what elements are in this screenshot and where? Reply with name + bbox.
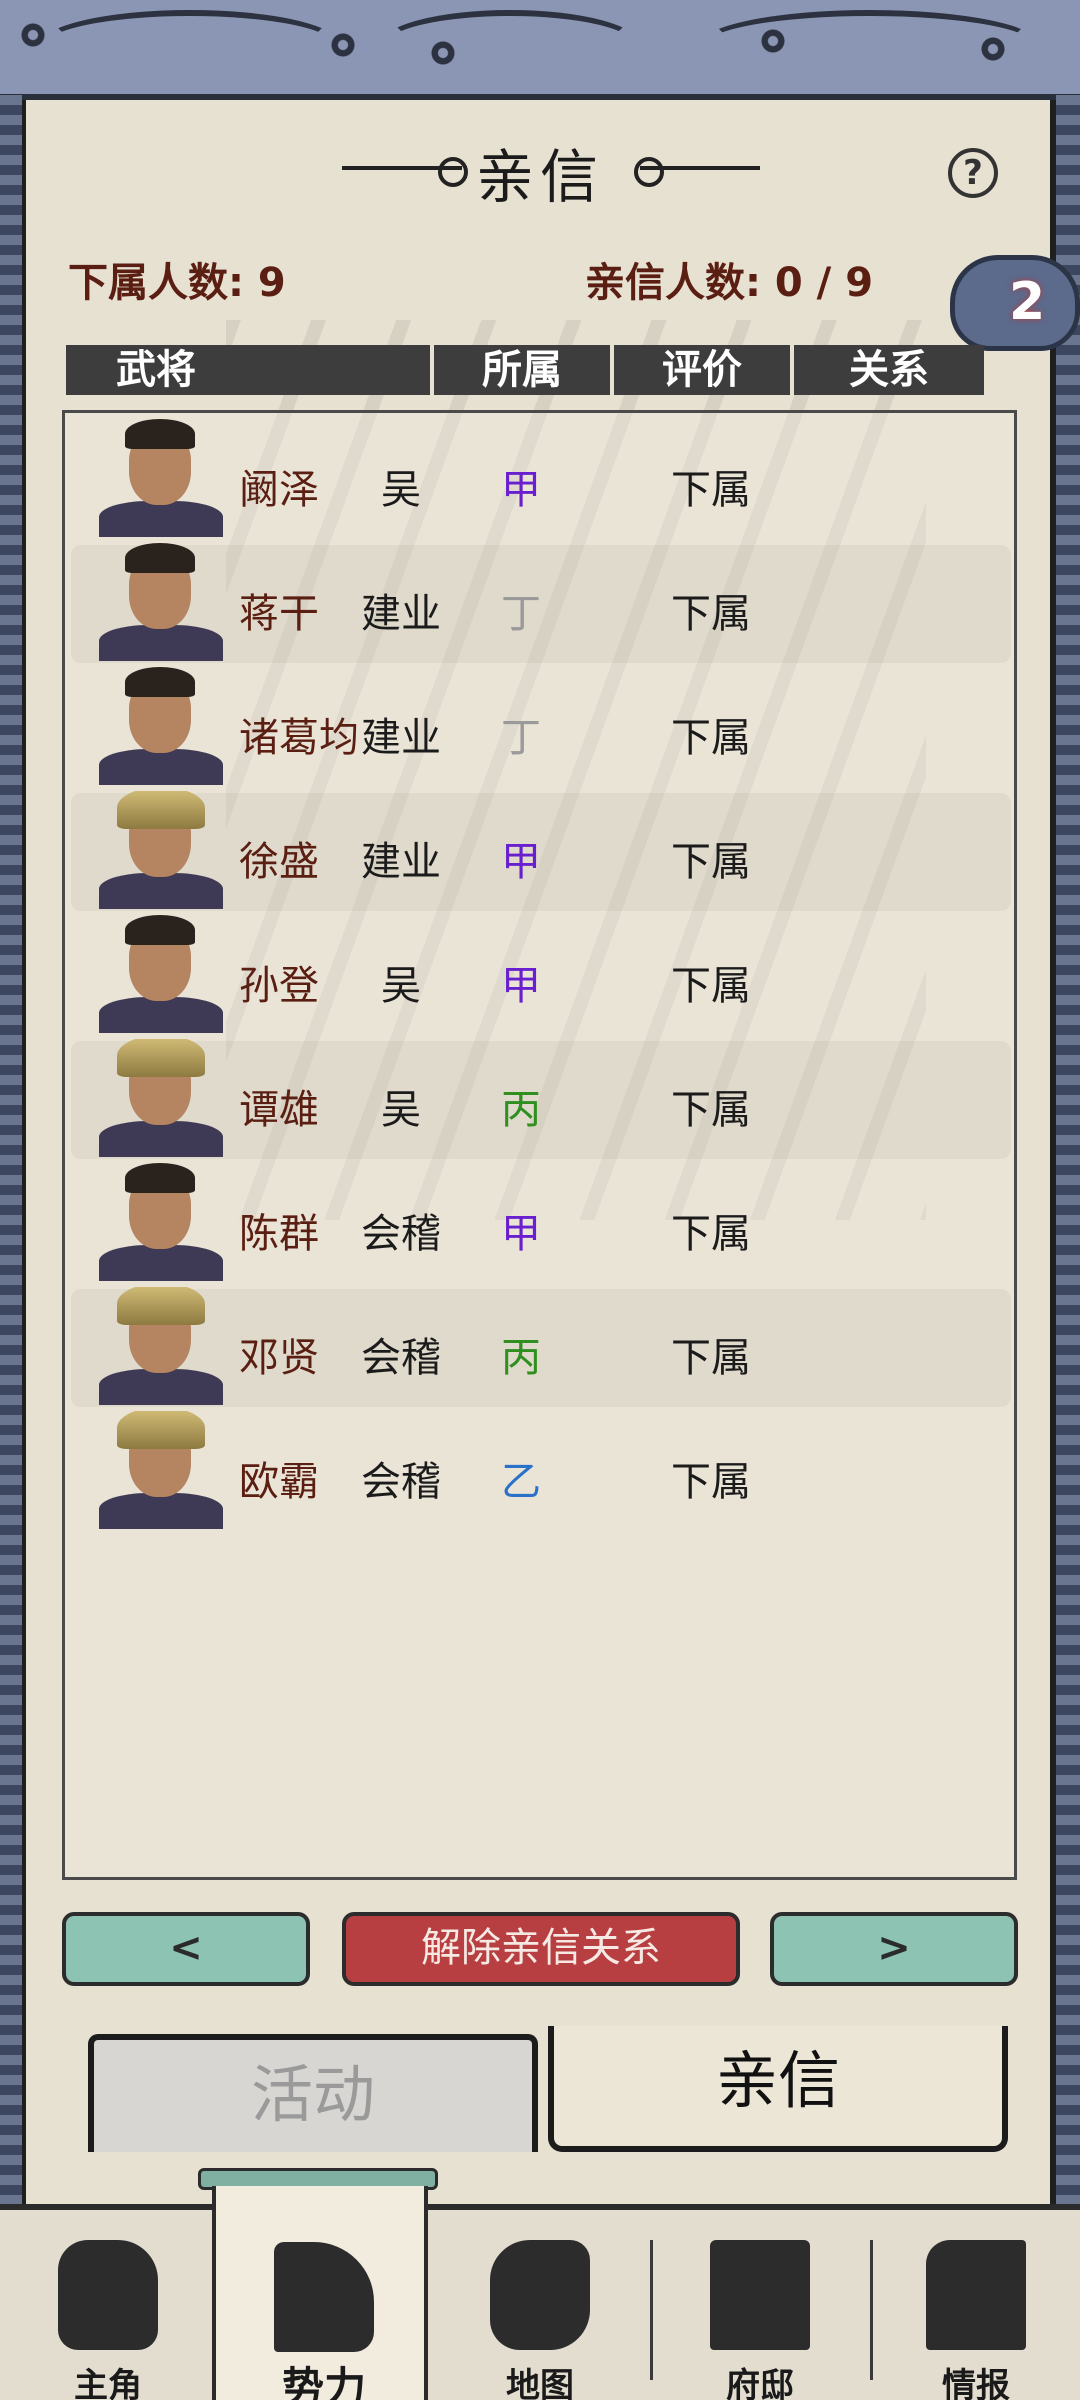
general-rating: 丙 bbox=[501, 1335, 541, 1381]
previous-page-button[interactable]: < bbox=[62, 1912, 310, 1986]
confidant-count: 亲信人数: 0 / 9 bbox=[585, 260, 874, 306]
general-relation: 下属 bbox=[671, 1459, 751, 1505]
nav-item-protagonist[interactable]: 主角 bbox=[0, 2210, 216, 2400]
flower-ornament-icon bbox=[760, 28, 786, 54]
general-portrait bbox=[95, 1039, 227, 1157]
nav-label: 府邸 bbox=[726, 2366, 794, 2400]
general-rating: 乙 bbox=[501, 1459, 541, 1505]
general-list: 阚泽吴甲下属 蒋干 建业丁下属 诸葛均 建业丁下属 徐盛 建业甲下属 孙登吴甲下属 谭雄吴丙下属… bbox=[62, 410, 1017, 1880]
column-header-general[interactable]: 武将 bbox=[66, 345, 430, 395]
swirl-ornament-icon bbox=[40, 10, 340, 80]
tab-confidant[interactable]: 亲信 bbox=[548, 2026, 1008, 2152]
general-portrait bbox=[95, 1411, 227, 1529]
general-rating: 丁 bbox=[501, 715, 541, 761]
general-row[interactable]: 孙登吴甲下属 bbox=[71, 915, 1011, 1035]
warrior-icon bbox=[58, 2240, 158, 2350]
column-header-rating[interactable]: 评价 bbox=[614, 345, 790, 395]
flower-ornament-icon bbox=[430, 40, 456, 66]
top-decorative-band bbox=[0, 0, 1080, 100]
general-row[interactable]: 诸葛均 建业丁下属 bbox=[71, 667, 1011, 787]
scroll-icon bbox=[926, 2240, 1026, 2350]
nav-item-faction[interactable]: 势力 bbox=[212, 2186, 428, 2400]
nav-label: 主角 bbox=[74, 2366, 142, 2400]
map-icon bbox=[490, 2240, 590, 2350]
bottom-navigation: 主角 势力 地图 府邸 情报 bbox=[0, 2186, 1080, 2400]
general-row[interactable]: 欧霸 会稽乙下属 bbox=[71, 1411, 1011, 1531]
nav-item-intel[interactable]: 情报 bbox=[868, 2210, 1080, 2400]
flag-icon bbox=[274, 2242, 374, 2352]
general-rating: 丙 bbox=[501, 1087, 541, 1133]
general-relation: 下属 bbox=[671, 963, 751, 1009]
general-relation: 下属 bbox=[671, 715, 751, 761]
nav-item-map[interactable]: 地图 bbox=[432, 2210, 648, 2400]
general-portrait bbox=[95, 1163, 227, 1281]
general-portrait bbox=[95, 667, 227, 785]
general-row[interactable]: 徐盛 建业甲下属 bbox=[71, 791, 1011, 911]
general-relation: 下属 bbox=[671, 1087, 751, 1133]
nav-label: 情报 bbox=[942, 2366, 1010, 2400]
title-ornament-left-icon bbox=[342, 157, 468, 187]
right-frame-border bbox=[1056, 95, 1080, 2205]
column-header-relation[interactable]: 关系 bbox=[794, 345, 984, 395]
left-frame-border bbox=[0, 95, 22, 2205]
page-title: 亲信 bbox=[475, 143, 604, 211]
general-rating: 甲 bbox=[501, 1211, 541, 1257]
panel-title-row: 亲信 bbox=[0, 130, 1080, 211]
sub-tab-bar: 活动 亲信 bbox=[24, 2026, 1058, 2216]
flower-ornament-icon bbox=[330, 32, 356, 58]
general-portrait bbox=[95, 915, 227, 1033]
tab-activity[interactable]: 活动 bbox=[88, 2034, 538, 2152]
nav-label: 地图 bbox=[506, 2366, 574, 2400]
general-rating: 甲 bbox=[501, 467, 541, 513]
general-rating: 丁 bbox=[501, 591, 541, 637]
flower-ornament-icon bbox=[980, 36, 1006, 62]
cloud-notification-badge[interactable]: 2 bbox=[950, 255, 1080, 351]
swirl-ornament-icon bbox=[380, 10, 640, 80]
general-relation: 下属 bbox=[671, 1211, 751, 1257]
general-portrait bbox=[95, 791, 227, 909]
general-row[interactable]: 陈群 会稽甲下属 bbox=[71, 1163, 1011, 1283]
general-portrait bbox=[95, 419, 227, 537]
general-row[interactable]: 阚泽吴甲下属 bbox=[71, 419, 1011, 539]
general-rating: 甲 bbox=[501, 963, 541, 1009]
general-relation: 下属 bbox=[671, 1335, 751, 1381]
next-page-button[interactable]: > bbox=[770, 1912, 1018, 1986]
general-relation: 下属 bbox=[671, 467, 751, 513]
subordinate-count: 下属人数: 9 bbox=[68, 260, 286, 306]
column-header-affiliation[interactable]: 所属 bbox=[434, 345, 610, 395]
title-ornament-right-icon bbox=[634, 157, 760, 187]
general-relation: 下属 bbox=[671, 839, 751, 885]
general-portrait bbox=[95, 543, 227, 661]
flower-ornament-icon bbox=[20, 22, 46, 48]
general-portrait bbox=[95, 1287, 227, 1405]
general-rating: 甲 bbox=[501, 839, 541, 885]
question-mark-icon[interactable]: ? bbox=[948, 148, 998, 198]
nav-item-mansion[interactable]: 府邸 bbox=[652, 2210, 868, 2400]
badge-count: 2 bbox=[1009, 272, 1046, 332]
general-row[interactable]: 邓贤 会稽丙下属 bbox=[71, 1287, 1011, 1407]
nav-label: 势力 bbox=[281, 2363, 366, 2400]
general-row[interactable]: 谭雄吴丙下属 bbox=[71, 1039, 1011, 1159]
dismiss-confidant-button[interactable]: 解除亲信关系 bbox=[342, 1912, 740, 1986]
general-row[interactable]: 蒋干 建业丁下属 bbox=[71, 543, 1011, 663]
mansion-icon bbox=[710, 2240, 810, 2350]
general-relation: 下属 bbox=[671, 591, 751, 637]
